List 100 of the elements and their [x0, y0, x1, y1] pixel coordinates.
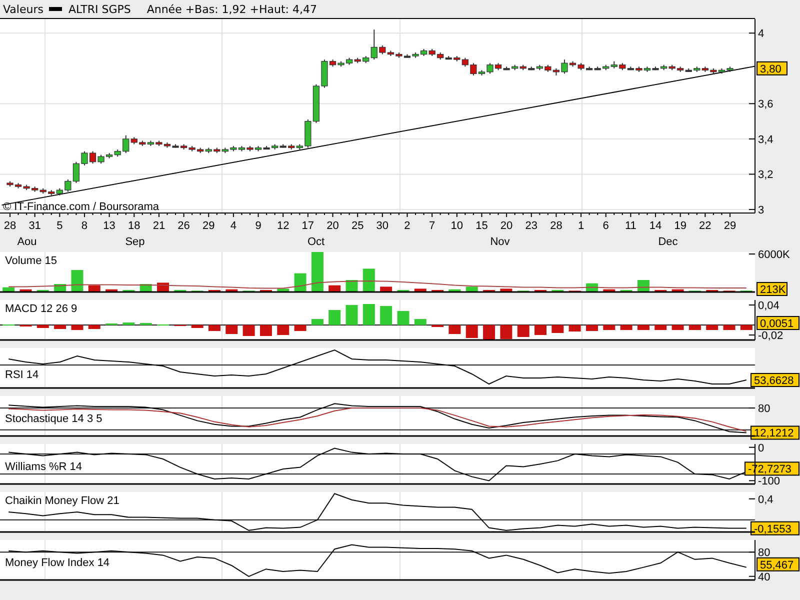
- macd-bar: [552, 325, 564, 333]
- volume-bar: [500, 288, 512, 292]
- panel-title: Volume 15: [5, 255, 57, 267]
- axis-label: -0,02: [758, 330, 784, 342]
- date-label: 17: [302, 220, 314, 232]
- volume-bar: [346, 280, 358, 292]
- date-label: 1: [578, 220, 584, 232]
- macd-bar: [620, 325, 632, 330]
- macd-bar: [294, 325, 306, 331]
- volume-bar: [20, 289, 32, 292]
- panel-title: Chaikin Money Flow 21: [5, 495, 120, 507]
- macd-bar: [88, 325, 100, 329]
- value-badge: -0,1553: [750, 521, 800, 536]
- date-label: 30: [376, 220, 389, 232]
- volume-bar: [362, 268, 375, 292]
- value-badge: 3,80: [756, 61, 788, 76]
- volume-bar: [637, 280, 650, 292]
- date-label: 28: [550, 220, 562, 232]
- macd-bar: [466, 325, 478, 338]
- date-label: 29: [724, 220, 736, 232]
- symbol-name: ALTRI SGPS: [68, 2, 131, 16]
- volume-bar: [277, 288, 290, 292]
- macd-bar: [688, 325, 701, 330]
- macd-bar: [226, 325, 238, 334]
- macd-bar: [277, 325, 290, 335]
- macd-bar: [654, 325, 667, 330]
- axis-label: 0,4: [758, 494, 774, 506]
- macd-bar: [122, 322, 135, 325]
- volume-bar: [2, 287, 15, 292]
- month-label: Dec: [658, 236, 678, 248]
- date-label: 19: [674, 220, 686, 232]
- date-label: 10: [450, 220, 464, 232]
- panel-title: Stochastique 14 3 5: [5, 413, 102, 425]
- macd-bar: [346, 305, 358, 325]
- axis-label: 3,4: [758, 134, 774, 146]
- macd-bar: [242, 325, 255, 336]
- macd-bar: [71, 325, 84, 330]
- axis-label: 4: [758, 28, 764, 40]
- macd-bar: [311, 319, 324, 325]
- date-label: 12: [276, 220, 290, 232]
- volume-bar: [106, 289, 118, 292]
- date-label: 7: [429, 220, 436, 232]
- date-label: 5: [56, 220, 63, 232]
- date-label: 21: [152, 220, 166, 232]
- axis-label: 6000K: [758, 249, 790, 261]
- axis-label: 0,04: [758, 300, 780, 312]
- panel-title: RSI 14: [5, 369, 39, 381]
- volume-bar: [448, 289, 461, 292]
- volume-bar: [603, 289, 616, 292]
- macd-bar: [740, 325, 752, 330]
- macd-bar: [672, 325, 684, 330]
- volume-bar: [414, 288, 426, 292]
- date-label: 13: [103, 220, 116, 232]
- date-label: 23: [525, 220, 538, 232]
- volume-bar: [328, 285, 341, 292]
- value-badge: 0,0051: [756, 316, 800, 330]
- macd-bar: [54, 325, 66, 329]
- macd-bar: [637, 325, 650, 330]
- date-label: 20: [326, 220, 339, 232]
- header-title: Valeurs: [3, 2, 44, 16]
- axis-label: 0: [758, 442, 764, 454]
- volume-bar: [380, 286, 392, 292]
- macd-bar: [500, 325, 512, 339]
- macd-bar: [723, 325, 736, 330]
- year-range: Année +Bas: 1,92 +Haut: 4,47: [146, 2, 317, 16]
- axis-label: 3,2: [758, 169, 774, 182]
- date-label: 15: [476, 220, 488, 232]
- volume-bar: [226, 289, 238, 292]
- axis-label: 3,6: [758, 98, 774, 111]
- date-label: 11: [624, 220, 636, 232]
- date-label: 8: [81, 220, 88, 232]
- volume-bar: [71, 270, 84, 292]
- month-label: Nov: [490, 236, 510, 248]
- macd-bar: [706, 325, 718, 330]
- macd-bar: [448, 325, 461, 334]
- legend-swatch-icon: [49, 7, 62, 11]
- axis-label: 40: [758, 571, 770, 584]
- macd-bar: [260, 325, 272, 336]
- date-label: 2: [404, 220, 410, 232]
- value-badge: 213K: [756, 282, 788, 296]
- macd-bar: [397, 311, 410, 325]
- macd-bar: [534, 325, 546, 335]
- volume-bar: [311, 252, 324, 292]
- date-label: 25: [351, 220, 364, 232]
- volume-bar: [88, 285, 100, 292]
- macd-bar: [517, 325, 530, 337]
- macd-bar: [568, 325, 581, 332]
- date-label: 29: [202, 220, 215, 232]
- date-label: 20: [500, 220, 513, 232]
- panel-title: Williams %R 14: [5, 461, 82, 473]
- macd-bar: [36, 325, 49, 328]
- month-label: Oct: [307, 236, 325, 248]
- axis-label: 3: [758, 204, 764, 216]
- macd-bar: [328, 310, 341, 325]
- volume-bar: [466, 286, 478, 292]
- date-label: 22: [699, 220, 712, 232]
- macd-bar: [603, 325, 616, 330]
- panel-title: MACD 12 26 9: [5, 303, 78, 315]
- date-label: 9: [255, 220, 262, 232]
- value-badge: 12,1212: [750, 426, 800, 440]
